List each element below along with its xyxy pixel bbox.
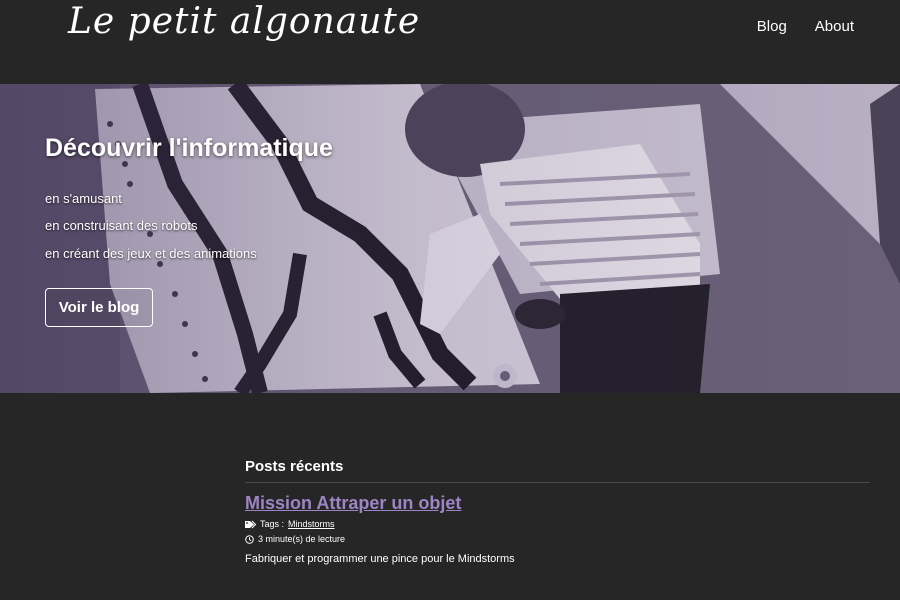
hero-banner: Découvrir l'informatique en s'amusant en… xyxy=(0,84,900,393)
site-logo[interactable]: Le petit algonaute xyxy=(68,0,420,44)
recent-posts-heading: Posts récents xyxy=(245,458,870,483)
nav-blog-link[interactable]: Blog xyxy=(757,18,787,35)
hero-title: Découvrir l'informatique xyxy=(45,134,333,162)
nav-about-link[interactable]: About xyxy=(815,18,854,35)
tag-icon xyxy=(245,520,256,528)
post-title-link[interactable]: Mission Attraper un objet xyxy=(245,493,461,514)
main-nav: Blog About xyxy=(757,18,854,35)
post-item: Mission Attraper un objet Tags : Mindsto… xyxy=(245,483,870,565)
hero-overlay xyxy=(0,84,900,393)
clock-icon xyxy=(245,534,254,544)
tag-link-mindstorms[interactable]: Mindstorms xyxy=(288,519,335,529)
tags-label: Tags : xyxy=(260,519,285,529)
recent-posts: Posts récents Mission Attraper un objet … xyxy=(245,458,870,565)
site-header: Le petit algonaute Blog About xyxy=(0,0,900,84)
post-reading-time: 3 minute(s) de lecture xyxy=(245,534,870,544)
post-tags: Tags : Mindstorms xyxy=(245,519,870,529)
hero-tagline-3: en créant des jeux et des animations xyxy=(45,246,257,261)
hero-tagline-1: en s'amusant xyxy=(45,191,122,206)
reading-time-text: 3 minute(s) de lecture xyxy=(258,534,346,544)
view-blog-button[interactable]: Voir le blog xyxy=(45,288,153,327)
post-excerpt: Fabriquer et programmer une pince pour l… xyxy=(245,553,515,565)
hero-tagline-2: en construisant des robots xyxy=(45,218,198,233)
